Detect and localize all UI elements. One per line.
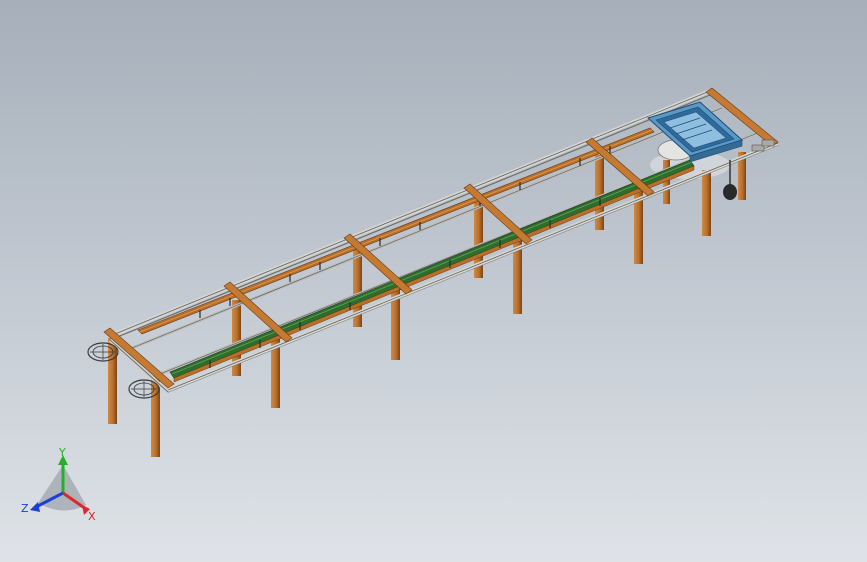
graphics-viewport[interactable]: Y Z X: [0, 0, 867, 562]
green-conveyor-belt: [169, 159, 695, 383]
end-caps: [751, 139, 775, 152]
y-axis-label: Y: [58, 446, 66, 459]
z-axis-label: Z: [21, 502, 29, 515]
x-axis-label: X: [88, 510, 96, 523]
conveyor-line-model[interactable]: [0, 0, 867, 562]
axis-triad-icon[interactable]: Y Z X: [18, 445, 108, 535]
z-axis-arrow: [30, 502, 40, 512]
